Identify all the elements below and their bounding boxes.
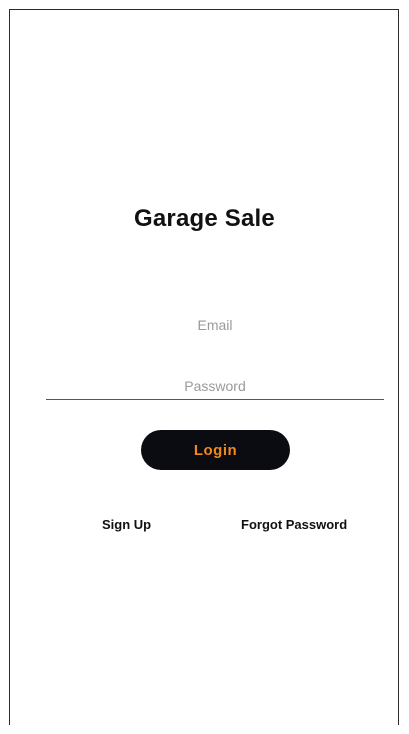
app-title: Garage Sale [134, 205, 275, 232]
sign-up-link[interactable]: Sign Up [102, 517, 151, 532]
login-button[interactable]: Login [141, 430, 290, 470]
password-field[interactable] [46, 372, 384, 400]
email-field[interactable] [46, 313, 384, 337]
forgot-password-link[interactable]: Forgot Password [241, 517, 347, 532]
app-screen [9, 9, 399, 725]
